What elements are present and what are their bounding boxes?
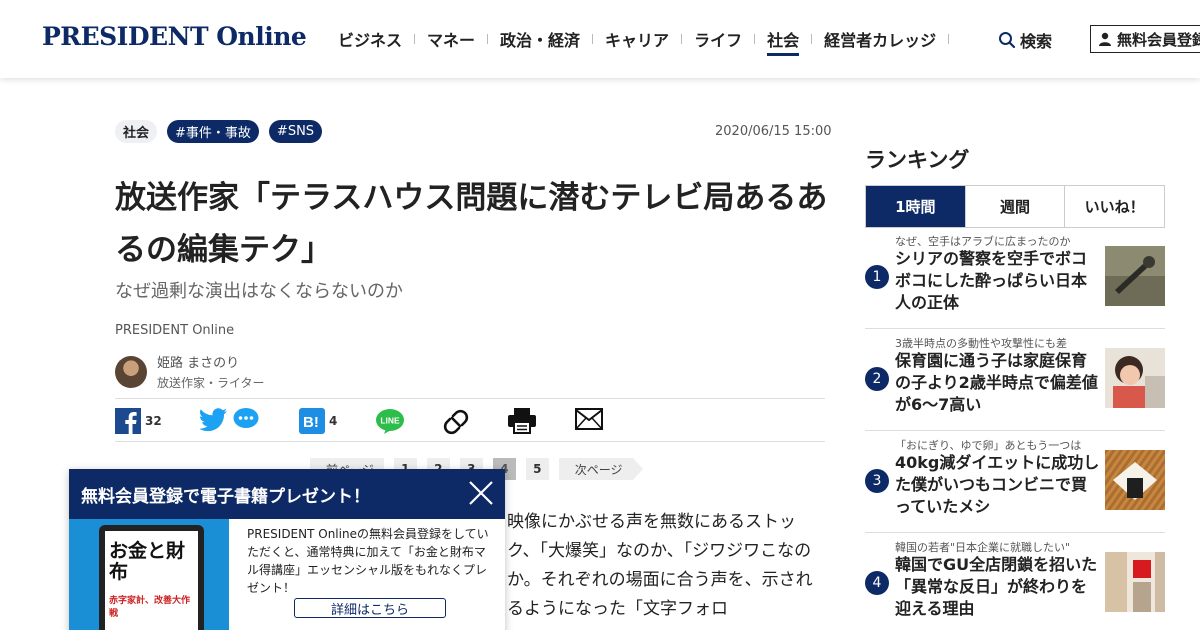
register-button[interactable]: 無料会員登録 — [1090, 25, 1200, 53]
hatena-count: 4 — [329, 414, 338, 428]
ranking-item[interactable]: 4 韓国の若者"日本企業に就職したい" 韓国でGU全店閉鎖を招いた「異常な反日」… — [865, 533, 1165, 630]
mail-icon — [575, 408, 603, 430]
nav-item-politics-economy[interactable]: 政治・経済 — [488, 0, 592, 78]
rank-number: 3 — [865, 469, 889, 493]
link-icon — [443, 409, 469, 435]
page-5[interactable]: 5 — [525, 458, 549, 480]
nav-divider — [948, 34, 950, 44]
twitter-more-button[interactable] — [233, 408, 259, 430]
line-share[interactable]: LINE — [375, 408, 405, 434]
tag-category[interactable]: 社会 — [115, 120, 158, 143]
rank-kicker: なぜ、空手はアラブに広まったのか — [895, 235, 1071, 248]
author-role: 放送作家・ライター — [157, 376, 265, 390]
popup-title: 無料会員登録で電子書籍プレゼント！ — [81, 486, 370, 507]
nav-item-business[interactable]: ビジネス — [338, 0, 414, 78]
nav-item-life[interactable]: ライフ — [682, 0, 754, 78]
nav-item-society[interactable]: 社会 — [755, 0, 811, 78]
article-title: 放送作家「テラスハウス問題に潜むテレビ局あるあるの編集テク」 — [115, 180, 828, 268]
print-button[interactable] — [508, 408, 536, 434]
twitter-share[interactable] — [200, 408, 228, 432]
book-subtitle: 赤字家計、改善大作戦 — [109, 596, 191, 619]
search-label: 検索 — [1020, 32, 1053, 51]
nav-item-career[interactable]: キャリア — [593, 0, 681, 78]
ranking-tabs: 1時間 週間 いいね！ — [865, 185, 1165, 228]
rank-kicker: 3歳半時点の多動性や攻撃性にも差 — [895, 337, 1067, 350]
popup-details-button[interactable]: 詳細はこちら — [294, 598, 446, 618]
article-subtitle: なぜ過剰な演出はなくならないのか — [115, 281, 403, 302]
rank-headline[interactable]: 40kg減ダイエットに成功した僕がいつもコンビニで買っていたメシ — [895, 452, 1102, 518]
printer-icon — [508, 408, 536, 434]
nav-item-money[interactable]: マネー — [415, 0, 487, 78]
article-source: PRESIDENT Online — [115, 323, 235, 338]
avatar — [115, 355, 147, 388]
ranking-thumbnail[interactable] — [1105, 552, 1165, 612]
facebook-share[interactable]: 32 — [115, 408, 162, 434]
rank-number: 4 — [865, 571, 889, 595]
tablet-image: お金と財布 赤字家計、改善大作戦 — [99, 525, 204, 630]
tab-likes[interactable]: いいね！ — [1064, 186, 1164, 227]
copy-link-button[interactable] — [442, 408, 470, 436]
facebook-count: 32 — [145, 414, 162, 428]
register-popup: 無料会員登録で電子書籍プレゼント！ お金と財布 赤字家計、改善大作戦 PRESI… — [69, 469, 505, 630]
search-button[interactable]: 検索 — [998, 28, 1052, 52]
tag-incident[interactable]: #事件・事故 — [167, 120, 259, 143]
nav-item-executive-college[interactable]: 経営者カレッジ — [812, 0, 948, 78]
hatena-bookmark-icon: B! — [299, 408, 325, 434]
ranking-thumbnail[interactable] — [1105, 246, 1165, 306]
ranking-item[interactable]: 3 「おにぎり、ゆで卵」あともう一つは 40kg減ダイエットに成功した僕がいつも… — [865, 431, 1165, 533]
publish-date: 2020/06/15 15:00 — [715, 124, 832, 139]
hatena-share[interactable]: B! 4 — [299, 408, 337, 434]
tag-sns[interactable]: #SNS — [268, 120, 323, 143]
user-icon — [1099, 32, 1111, 46]
search-icon — [999, 32, 1016, 49]
ranking-thumbnail[interactable] — [1105, 348, 1165, 408]
tab-1-hour[interactable]: 1時間 — [866, 186, 965, 227]
tab-weekly[interactable]: 週間 — [964, 186, 1065, 227]
rank-headline[interactable]: シリアの警察を空手でボコボコにした酔っぱらい日本人の正体 — [895, 248, 1102, 314]
article-body: 映像にかぶせる声を無数にあるストック、「大爆笑」なのか、「ジワジワこなのか。それ… — [507, 512, 813, 619]
rank-headline[interactable]: 韓国でGU全店閉鎖を招いた「異常な反日」が終わりを迎える理由 — [895, 554, 1102, 620]
ranking-title: ランキング — [865, 148, 970, 172]
rank-number: 2 — [865, 367, 889, 391]
facebook-icon — [115, 408, 141, 434]
rank-number: 1 — [865, 265, 889, 289]
register-label: 無料会員登録 — [1117, 30, 1200, 49]
rank-headline[interactable]: 保育園に通う子は家庭保育の子より2歳半時点で偏差値が6～7高い — [895, 350, 1102, 416]
line-icon-label: LINE — [380, 416, 400, 426]
twitter-icon — [200, 408, 227, 432]
ranking-thumbnail[interactable] — [1105, 450, 1165, 510]
popup-description: PRESIDENT Onlineの無料会員登録をしていただくと、通常特典に加えて… — [247, 527, 489, 595]
email-share[interactable] — [575, 408, 603, 430]
next-page-button[interactable]: 次ページ — [558, 458, 643, 480]
article-tags: 社会 #事件・事故 #SNS — [115, 120, 323, 143]
popup-header: 無料会員登録で電子書籍プレゼント！ — [69, 469, 505, 519]
ranking-item[interactable]: 1 なぜ、空手はアラブに広まったのか シリアの警察を空手でボコボコにした酔っぱら… — [865, 227, 1165, 329]
book-title: お金と財布 — [109, 540, 186, 583]
ranking-item[interactable]: 2 3歳半時点の多動性や攻撃性にも差 保育園に通う子は家庭保育の子より2歳半時点… — [865, 329, 1165, 431]
share-bar: 32 B! 4 LINE — [115, 398, 825, 442]
main-nav: ビジネス マネー 政治・経済 キャリア ライフ 社会 経営者カレッジ — [338, 0, 950, 78]
site-header: PRESIDENT Online ビジネス マネー 政治・経済 キャリア ライフ… — [0, 0, 1200, 78]
rank-kicker: 「おにぎり、ゆで卵」あともう一つは — [895, 439, 1082, 452]
ebook-cover-image: お金と財布 赤字家計、改善大作戦 — [69, 519, 229, 630]
svg-text:B!: B! — [303, 414, 319, 431]
more-icon — [233, 408, 259, 428]
author-name[interactable]: 姫路 まさのり — [157, 352, 265, 371]
line-icon: LINE — [376, 409, 404, 434]
rank-kicker: 韓国の若者"日本企業に就職したい" — [895, 541, 1071, 554]
close-icon[interactable] — [465, 477, 497, 509]
author-block[interactable]: 姫路 まさのり 放送作家・ライター — [115, 352, 265, 391]
site-logo[interactable]: PRESIDENT Online — [42, 22, 307, 51]
